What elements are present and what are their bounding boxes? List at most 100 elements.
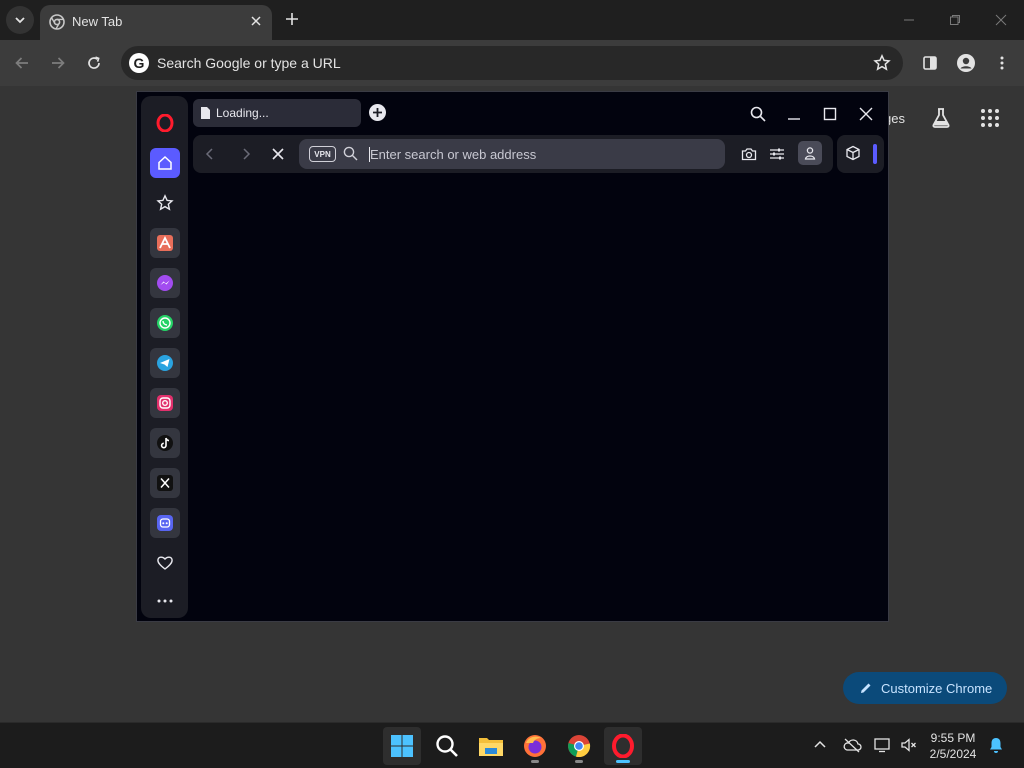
opera-address-bar[interactable]: VPN Enter search or web address (299, 139, 725, 169)
firefox-running-indicator (531, 760, 539, 763)
network-icon[interactable] (873, 735, 893, 755)
windows-start-icon[interactable] (383, 727, 421, 765)
forward-button[interactable] (46, 51, 70, 75)
stop-loading-icon (272, 148, 284, 160)
arrow-right-icon (52, 57, 65, 69)
side-panel-icon (923, 56, 937, 70)
arrow-left-icon (15, 57, 28, 69)
minimize-icon (788, 118, 800, 120)
opera-icon[interactable] (604, 727, 642, 765)
tiktok-icon[interactable] (150, 428, 180, 458)
search-icon[interactable] (428, 727, 466, 765)
opera-minimize-button[interactable] (783, 103, 805, 125)
close-icon (995, 14, 1007, 26)
messenger-icon[interactable] (150, 268, 180, 298)
restore-icon (950, 15, 960, 25)
speed-dial-icon[interactable] (150, 188, 180, 218)
instagram-icon[interactable] (150, 388, 180, 418)
vpn-badge[interactable]: VPN (309, 146, 336, 162)
chrome-running-indicator (575, 760, 583, 763)
opera-back-button[interactable] (201, 145, 219, 163)
labs-button[interactable] (929, 106, 953, 130)
labs-flask-icon (932, 108, 950, 128)
chrome-toolbar: G Search Google or type a URL (0, 40, 1024, 86)
extensions-cube-icon[interactable] (845, 145, 861, 161)
more-icon[interactable] (150, 586, 180, 616)
opera-search-tabs-button[interactable] (747, 103, 769, 125)
chrome-tabstrip: New Tab (0, 0, 1024, 40)
easy-setup-button[interactable] (767, 144, 787, 164)
plus-icon (286, 13, 298, 25)
heart-icon[interactable] (150, 548, 180, 578)
chrome-tab-title: New Tab (72, 14, 123, 29)
opera-forward-button[interactable] (237, 145, 255, 163)
opera-sidebar (141, 96, 188, 618)
opera-close-button[interactable] (855, 103, 877, 125)
back-button[interactable] (10, 51, 34, 75)
reload-button[interactable] (82, 51, 106, 75)
document-icon (200, 106, 211, 120)
opera-tab-loading[interactable]: Loading... (193, 99, 361, 127)
customize-chrome-label: Customize Chrome (881, 680, 993, 696)
minimize-icon (904, 19, 914, 21)
aria-icon[interactable] (150, 228, 180, 258)
show-hidden-icons-chevron-up-icon[interactable] (810, 735, 830, 755)
customize-chrome-button[interactable]: Customize Chrome (843, 672, 1007, 704)
accent-indicator (873, 144, 877, 164)
opera-maximize-button[interactable] (819, 103, 841, 125)
bookmark-star-icon[interactable] (873, 54, 891, 72)
omnibox-placeholder: Search Google or type a URL (157, 55, 341, 71)
file-explorer-icon[interactable] (472, 727, 510, 765)
opera-running-indicator (616, 760, 630, 763)
x-icon[interactable] (150, 468, 180, 498)
chrome-tab-new-tab[interactable]: New Tab (40, 5, 272, 40)
opera-stop-button[interactable] (269, 145, 287, 163)
kebab-menu-icon (1000, 56, 1004, 70)
minimize-button[interactable] (897, 8, 921, 32)
maximize-icon (823, 107, 837, 121)
opera-toolbar: VPN Enter search or web address (193, 135, 833, 173)
firefox-icon[interactable] (516, 727, 554, 765)
opera-window: Loading... VPN Enter search or web addre… (136, 91, 889, 622)
restore-button[interactable] (943, 8, 967, 32)
chevron-down-icon (15, 17, 25, 24)
google-logo-icon: G (129, 53, 149, 73)
profile-icon (957, 54, 975, 72)
close-window-button[interactable] (989, 8, 1013, 32)
google-apps-button[interactable] (980, 108, 1000, 128)
snapshot-button[interactable] (739, 144, 759, 164)
plus-icon (373, 108, 382, 117)
reload-icon (88, 56, 100, 69)
apps-grid-icon (981, 109, 999, 127)
chrome-menu-button[interactable] (990, 51, 1014, 75)
volume-muted-icon[interactable] (899, 735, 919, 755)
profile-button[interactable] (954, 51, 978, 75)
chevron-left-icon (205, 148, 213, 160)
onedrive-offline-icon[interactable] (842, 735, 862, 755)
close-tab-icon[interactable] (248, 13, 264, 29)
chrome-favicon-icon (49, 14, 65, 30)
notification-bell-icon[interactable] (986, 735, 1006, 755)
whatsapp-icon[interactable] (150, 308, 180, 338)
search-icon (343, 146, 358, 161)
opera-new-tab-button[interactable] (369, 104, 386, 121)
taskbar: 9:55 PM 2/5/2024 (0, 722, 1024, 768)
search-icon (750, 106, 766, 122)
omnibox[interactable]: G Search Google or type a URL (121, 46, 903, 80)
chrome-icon[interactable] (560, 727, 598, 765)
camera-icon (741, 148, 757, 161)
new-tab-button[interactable] (282, 9, 302, 29)
home-icon[interactable] (150, 148, 180, 178)
telegram-icon[interactable] (150, 348, 180, 378)
side-panel-button[interactable] (918, 51, 942, 75)
clock-date: 2/5/2024 (929, 747, 977, 761)
pencil-icon (861, 683, 871, 693)
clock[interactable]: 9:55 PM 2/5/2024 (922, 730, 984, 762)
discord-icon[interactable] (150, 508, 180, 538)
tab-search-button[interactable] (6, 6, 34, 34)
opera-extensions-area (837, 135, 884, 173)
opera-logo-icon[interactable] (150, 108, 180, 138)
chevron-right-icon (243, 148, 251, 160)
opera-profile-button[interactable] (798, 141, 822, 165)
close-icon (859, 107, 873, 121)
